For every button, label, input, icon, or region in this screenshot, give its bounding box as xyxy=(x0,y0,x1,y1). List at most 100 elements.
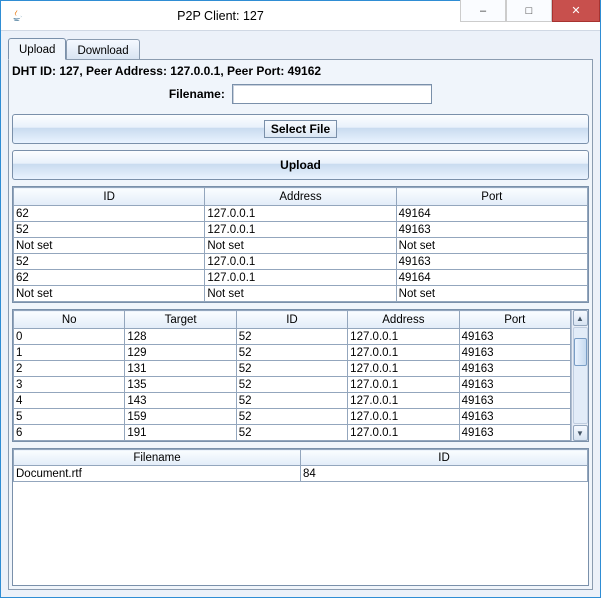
peers-row[interactable]: 52127.0.0.149163 xyxy=(14,254,588,270)
finger-row-cell[interactable]: 52 xyxy=(236,361,347,377)
files-col-header[interactable]: Filename xyxy=(14,450,301,466)
finger-row-cell[interactable]: 49163 xyxy=(459,377,570,393)
finger-row[interactable]: 012852127.0.0.149163 xyxy=(14,329,571,345)
peers-row-cell[interactable]: 127.0.0.1 xyxy=(205,270,396,286)
finger-row-cell[interactable]: 6 xyxy=(14,425,125,441)
finger-row-cell[interactable]: 49163 xyxy=(459,345,570,361)
tab-row: Upload Download xyxy=(8,37,593,59)
finger-row-cell[interactable]: 143 xyxy=(125,393,236,409)
peers-row-cell[interactable]: 127.0.0.1 xyxy=(205,254,396,270)
finger-row-cell[interactable]: 52 xyxy=(236,329,347,345)
finger-row[interactable]: 515952127.0.0.149163 xyxy=(14,409,571,425)
finger-row-cell[interactable]: 49163 xyxy=(459,329,570,345)
scroll-up-button[interactable]: ▲ xyxy=(573,310,588,326)
peers-row-cell[interactable]: 49163 xyxy=(396,254,587,270)
peers-row[interactable]: Not setNot setNot set xyxy=(14,238,588,254)
peers-col-header[interactable]: Address xyxy=(205,188,396,206)
finger-row[interactable]: 313552127.0.0.149163 xyxy=(14,377,571,393)
peers-row[interactable]: 62127.0.0.149164 xyxy=(14,270,588,286)
files-row-cell[interactable]: Document.rtf xyxy=(14,466,301,482)
content-area: Upload Download DHT ID: 127, Peer Addres… xyxy=(1,31,600,597)
finger-row-cell[interactable]: 127.0.0.1 xyxy=(348,329,459,345)
finger-row[interactable]: 619152127.0.0.149163 xyxy=(14,425,571,441)
finger-row-cell[interactable]: 127.0.0.1 xyxy=(348,361,459,377)
finger-col-header[interactable]: Address xyxy=(348,311,459,329)
finger-row-cell[interactable]: 135 xyxy=(125,377,236,393)
files-row[interactable]: Document.rtf84 xyxy=(14,466,588,482)
scroll-track[interactable] xyxy=(573,327,588,424)
finger-col-header[interactable]: ID xyxy=(236,311,347,329)
peers-row[interactable]: 52127.0.0.149163 xyxy=(14,222,588,238)
peers-row-cell[interactable]: 52 xyxy=(14,254,205,270)
finger-row-cell[interactable]: 191 xyxy=(125,425,236,441)
peers-row-cell[interactable]: 52 xyxy=(14,222,205,238)
peers-row-cell[interactable]: Not set xyxy=(14,286,205,302)
finger-row[interactable]: 414352127.0.0.149163 xyxy=(14,393,571,409)
finger-row-cell[interactable]: 2 xyxy=(14,361,125,377)
minimize-button[interactable]: – xyxy=(460,0,506,22)
filename-input[interactable] xyxy=(232,84,432,104)
finger-row-cell[interactable]: 3 xyxy=(14,377,125,393)
peers-row-cell[interactable]: 62 xyxy=(14,270,205,286)
finger-row[interactable]: 112952127.0.0.149163 xyxy=(14,345,571,361)
finger-row-cell[interactable]: 4 xyxy=(14,393,125,409)
finger-row-cell[interactable]: 127.0.0.1 xyxy=(348,393,459,409)
peers-row-cell[interactable]: 62 xyxy=(14,206,205,222)
tab-download[interactable]: Download xyxy=(66,39,139,59)
app-window: P2P Client: 127 – □ ✕ Upload Download DH… xyxy=(0,0,601,598)
finger-col-header[interactable]: No xyxy=(14,311,125,329)
finger-row-cell[interactable]: 49163 xyxy=(459,425,570,441)
tab-upload[interactable]: Upload xyxy=(8,38,66,60)
finger-row-cell[interactable]: 1 xyxy=(14,345,125,361)
peers-row[interactable]: 62127.0.0.149164 xyxy=(14,206,588,222)
peers-row-cell[interactable]: Not set xyxy=(205,238,396,254)
finger-row-cell[interactable]: 52 xyxy=(236,345,347,361)
finger-row-cell[interactable]: 49163 xyxy=(459,409,570,425)
finger-row-cell[interactable]: 52 xyxy=(236,393,347,409)
scroll-thumb[interactable] xyxy=(574,338,587,366)
filename-row: Filename: xyxy=(12,84,589,114)
peers-row-cell[interactable]: 127.0.0.1 xyxy=(205,222,396,238)
files-table-empty-area xyxy=(13,482,588,585)
peers-row-cell[interactable]: 49164 xyxy=(396,270,587,286)
finger-col-header[interactable]: Target xyxy=(125,311,236,329)
finger-row-cell[interactable]: 5 xyxy=(14,409,125,425)
peers-row-cell[interactable]: 49163 xyxy=(396,222,587,238)
finger-row-cell[interactable]: 128 xyxy=(125,329,236,345)
finger-row-cell[interactable]: 52 xyxy=(236,377,347,393)
dht-info-line: DHT ID: 127, Peer Address: 127.0.0.1, Pe… xyxy=(12,62,589,84)
finger-row-cell[interactable]: 52 xyxy=(236,425,347,441)
finger-row-cell[interactable]: 0 xyxy=(14,329,125,345)
peers-row-cell[interactable]: 49164 xyxy=(396,206,587,222)
finger-row-cell[interactable]: 127.0.0.1 xyxy=(348,377,459,393)
peers-col-header[interactable]: Port xyxy=(396,188,587,206)
select-file-bar[interactable]: Select File xyxy=(12,114,589,144)
peers-row-cell[interactable]: 127.0.0.1 xyxy=(205,206,396,222)
finger-row-cell[interactable]: 52 xyxy=(236,409,347,425)
finger-row-cell[interactable]: 49163 xyxy=(459,361,570,377)
finger-row[interactable]: 213152127.0.0.149163 xyxy=(14,361,571,377)
peers-row-cell[interactable]: Not set xyxy=(14,238,205,254)
files-col-header[interactable]: ID xyxy=(301,450,588,466)
tab-panel-upload: DHT ID: 127, Peer Address: 127.0.0.1, Pe… xyxy=(8,59,593,590)
finger-row-cell[interactable]: 129 xyxy=(125,345,236,361)
finger-row-cell[interactable]: 159 xyxy=(125,409,236,425)
peers-row-cell[interactable]: Not set xyxy=(205,286,396,302)
maximize-button[interactable]: □ xyxy=(506,0,552,22)
peers-col-header[interactable]: ID xyxy=(14,188,205,206)
peers-row-cell[interactable]: Not set xyxy=(396,286,587,302)
finger-row-cell[interactable]: 127.0.0.1 xyxy=(348,409,459,425)
finger-col-header[interactable]: Port xyxy=(459,311,570,329)
finger-row-cell[interactable]: 127.0.0.1 xyxy=(348,345,459,361)
select-file-button[interactable]: Select File xyxy=(264,120,337,138)
peers-row[interactable]: Not setNot setNot set xyxy=(14,286,588,302)
finger-row-cell[interactable]: 131 xyxy=(125,361,236,377)
close-button[interactable]: ✕ xyxy=(552,0,600,22)
upload-button[interactable]: Upload xyxy=(12,150,589,180)
finger-row-cell[interactable]: 49163 xyxy=(459,393,570,409)
scroll-down-button[interactable]: ▼ xyxy=(573,425,588,441)
finger-row-cell[interactable]: 127.0.0.1 xyxy=(348,425,459,441)
peers-row-cell[interactable]: Not set xyxy=(396,238,587,254)
finger-table-scrollbar[interactable]: ▲ ▼ xyxy=(571,310,588,441)
files-row-cell[interactable]: 84 xyxy=(301,466,588,482)
